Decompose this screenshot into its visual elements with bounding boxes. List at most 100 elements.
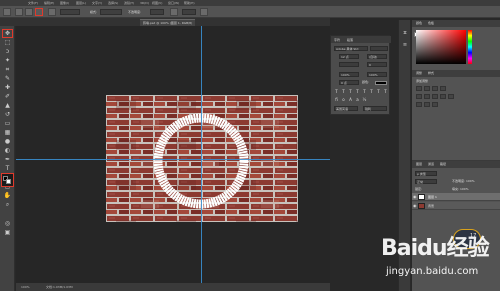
kerning-field[interactable] (339, 62, 359, 67)
add-selection-button[interactable] (25, 8, 33, 16)
tab-paragraph[interactable]: 段落 (345, 37, 355, 43)
history-brush-icon[interactable]: ↺ (3, 111, 12, 118)
font-family-field[interactable]: Adobe 黑体 Std (334, 46, 368, 51)
exposure-adjust-icon[interactable] (440, 86, 446, 91)
adjustments-hint: 添加调整 (416, 79, 429, 83)
leading-field[interactable]: (自动) (367, 54, 387, 59)
gradient-tool-icon[interactable]: ▦ (3, 129, 12, 136)
small-caps-icon[interactable]: T (355, 89, 360, 94)
curves-adjust-icon[interactable] (432, 86, 438, 91)
oldstyle-icon[interactable]: o (341, 97, 346, 102)
airbrush-button[interactable] (200, 8, 208, 16)
swash-icon[interactable]: A (348, 97, 353, 102)
document-size-readout: 文档:1.03M/1.03M (46, 285, 73, 289)
posterize-adjust-icon[interactable] (424, 102, 430, 107)
pressure-opacity-button[interactable] (170, 8, 178, 16)
hand-tool-icon[interactable]: ✋ (3, 192, 12, 199)
faux-bold-icon[interactable]: T (334, 89, 339, 94)
tab-paths[interactable]: 路径 (438, 161, 448, 168)
pen-tool-icon[interactable]: ✒ (3, 156, 12, 163)
faux-italic-icon[interactable]: T (341, 89, 346, 94)
new-selection-button[interactable] (15, 8, 23, 16)
hue-slider[interactable] (468, 30, 472, 64)
flow-field[interactable] (182, 9, 196, 15)
background-color-swatch[interactable] (6, 179, 11, 184)
layer-row-1[interactable]: ◉ 图层 1 (412, 193, 500, 201)
healing-brush-icon[interactable]: ✚ (3, 84, 12, 91)
type-tool-icon[interactable]: T (3, 165, 12, 172)
magic-wand-icon[interactable]: ✦ (3, 57, 12, 64)
eyedropper-icon[interactable]: ✎ (3, 75, 12, 82)
layer-thumbnail (418, 194, 425, 200)
font-style-field[interactable] (370, 46, 388, 51)
zoom-readout[interactable]: 100% (21, 283, 30, 291)
all-caps-icon[interactable]: T (348, 89, 353, 94)
vibrance-adjust-icon[interactable] (416, 94, 422, 99)
antialias-select[interactable]: 锐利 (363, 106, 387, 111)
language-select[interactable]: 美国英语 (334, 106, 358, 111)
superscript-icon[interactable]: T (362, 89, 367, 94)
layer-fill[interactable]: 填充: 100% (452, 187, 469, 192)
tab-styles[interactable]: 样式 (426, 70, 436, 77)
watermark-logo-text: Baidu经验 (381, 236, 490, 261)
underline-icon[interactable]: T (376, 89, 381, 94)
lasso-tool-icon[interactable]: ↄ (3, 48, 12, 55)
tab-document[interactable]: 砖墙.psd @ 100% (图层 1, RGB/8) (140, 19, 196, 26)
tab-character[interactable]: 字符 (332, 37, 342, 43)
dodge-tool-icon[interactable]: ◐ (3, 147, 12, 154)
horizontal-scale-field[interactable]: 100% (367, 72, 387, 77)
color-picker-field[interactable] (416, 30, 466, 64)
strikethrough-icon[interactable]: T (383, 89, 388, 94)
text-color-swatch[interactable] (375, 81, 387, 85)
brush-tool-icon[interactable]: ✐ (3, 93, 12, 100)
bw-adjust-icon[interactable] (440, 94, 446, 99)
photo-filter-adjust-icon[interactable] (448, 94, 454, 99)
tool-preset-button[interactable] (3, 8, 11, 16)
layers-panel-tabs: 图层 通道 路径 (412, 161, 500, 168)
ordinal-icon[interactable]: a (355, 97, 360, 102)
hue-sat-adjust-icon[interactable] (424, 94, 430, 99)
layer-row-background[interactable]: ◉ 背景 (412, 202, 500, 210)
blur-tool-icon[interactable]: ● (3, 138, 12, 145)
levels-adjust-icon[interactable] (424, 86, 430, 91)
history-panel-icon[interactable]: ⧖ (401, 30, 409, 37)
fraction-icon[interactable]: ½ (362, 97, 367, 102)
character-panel: 字符 段落 Adobe 黑体 Std 12 点 (自动) 0 100% 100%… (330, 35, 391, 115)
stamp-tool-icon[interactable]: ▲ (3, 102, 12, 109)
tracking-field[interactable]: 0 (367, 62, 387, 67)
tab-channels[interactable]: 通道 (426, 161, 436, 168)
mode-select[interactable] (100, 9, 122, 15)
horizontal-guide[interactable] (16, 159, 330, 160)
opacity-field[interactable] (150, 9, 164, 15)
color-balance-adjust-icon[interactable] (432, 94, 438, 99)
threshold-adjust-icon[interactable] (432, 102, 438, 107)
blend-mode-select[interactable]: 正常 (415, 179, 437, 184)
tab-swatches[interactable]: 色板 (426, 20, 436, 27)
brush-panel-button[interactable] (48, 8, 56, 16)
baseline-shift-field[interactable]: 0 点 (339, 80, 359, 85)
tab-adjustments[interactable]: 调整 (414, 70, 424, 77)
vertical-scale-field[interactable]: 100% (339, 72, 359, 77)
visibility-eye-icon[interactable]: ◉ (413, 194, 417, 200)
visibility-eye-icon[interactable]: ◉ (413, 203, 417, 209)
quick-mask-icon[interactable]: ◎ (3, 220, 12, 227)
move-tool-icon[interactable]: ✥ (2, 29, 13, 38)
marquee-tool-icon[interactable]: ⬚ (3, 39, 12, 46)
properties-panel-icon[interactable]: ≡ (401, 42, 409, 49)
layer-filter-select[interactable]: ρ 类型 (415, 171, 437, 176)
tab-color[interactable]: 颜色 (414, 20, 424, 27)
ligature-icon[interactable]: fi (334, 97, 339, 102)
brush-tip-button[interactable] (35, 8, 43, 16)
screen-mode-icon[interactable]: ▣ (3, 229, 12, 236)
tab-layers[interactable]: 图层 (414, 161, 424, 168)
crop-tool-icon[interactable]: ⌗ (3, 66, 12, 73)
brightness-adjust-icon[interactable] (416, 86, 422, 91)
layer-opacity[interactable]: 不透明度: 100% (452, 179, 475, 184)
font-size-field[interactable]: 12 点 (339, 54, 359, 59)
invert-adjust-icon[interactable] (416, 102, 422, 107)
foreground-background-colors[interactable] (1, 173, 14, 187)
brush-size-field[interactable] (60, 9, 80, 15)
subscript-icon[interactable]: T (369, 89, 374, 94)
zoom-tool-icon[interactable]: ⌕ (3, 201, 12, 208)
eraser-tool-icon[interactable]: ▭ (3, 120, 12, 127)
